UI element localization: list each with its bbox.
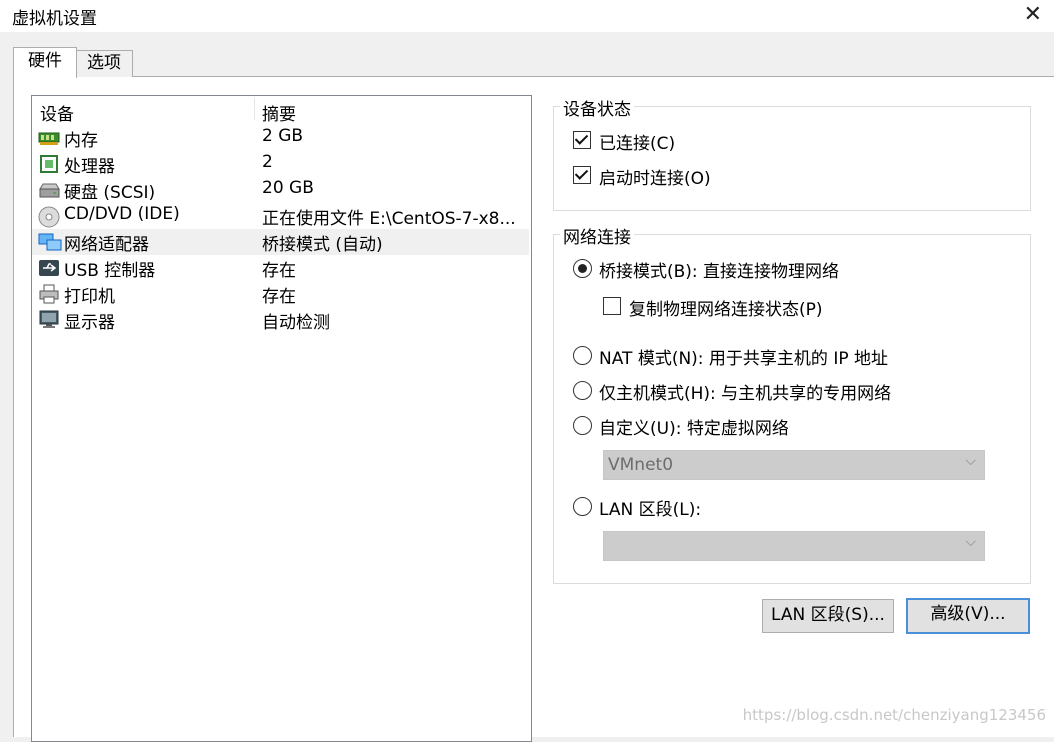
device-name: 打印机: [64, 287, 115, 307]
device-row-memory[interactable]: 内存 2 GB: [32, 125, 529, 151]
device-summary: 自动检测: [262, 313, 330, 333]
device-row-hard-disk[interactable]: 硬盘 (SCSI) 20 GB: [32, 177, 529, 203]
chevron-down-icon: ⌵: [965, 534, 976, 550]
nat-radio[interactable]: [573, 346, 592, 365]
watermark: https://blog.csdn.net/chenziyang123456: [742, 706, 1046, 724]
device-row-printer[interactable]: 打印机 存在: [32, 281, 529, 307]
connected-label[interactable]: 已连接(C): [599, 129, 675, 154]
connect-at-power-on-label[interactable]: 启动时连接(O): [599, 164, 711, 189]
device-summary: 2 GB: [262, 126, 304, 146]
connected-checkbox[interactable]: [573, 131, 591, 149]
hard-disk-icon: [38, 180, 60, 200]
processor-icon: [38, 154, 60, 174]
custom-radio[interactable]: [573, 416, 592, 435]
bridged-radio[interactable]: [573, 259, 592, 278]
bridged-label[interactable]: 桥接模式(B): 直接连接物理网络: [599, 257, 839, 282]
replicate-state-checkbox[interactable]: [603, 297, 621, 315]
tab-hardware[interactable]: 硬件: [13, 47, 77, 78]
connect-at-power-on-checkbox[interactable]: [573, 166, 591, 184]
host-only-radio[interactable]: [573, 381, 592, 400]
custom-network-value: VMnet0: [608, 455, 674, 475]
title-bar: 虚拟机设置 ✕: [0, 0, 1054, 32]
usb-icon: [38, 258, 60, 278]
lan-segment-label[interactable]: LAN 区段(L):: [599, 495, 701, 520]
lan-segment-select[interactable]: ⌵: [603, 531, 985, 561]
device-name: 网络适配器: [64, 235, 149, 255]
window-title: 虚拟机设置: [12, 9, 97, 29]
advanced-button[interactable]: 高级(V)...: [906, 598, 1030, 634]
memory-icon: [38, 128, 60, 148]
device-row-display[interactable]: 显示器 自动检测: [32, 307, 529, 333]
printer-icon: [38, 284, 60, 304]
device-name: 处理器: [64, 157, 115, 177]
device-summary: 正在使用文件 E:\CentOS-7-x8...: [262, 209, 516, 229]
tab-options[interactable]: 选项: [75, 50, 133, 77]
device-summary: 桥接模式 (自动): [262, 235, 383, 255]
device-status-legend: 设备状态: [560, 95, 634, 120]
host-only-label[interactable]: 仅主机模式(H): 与主机共享的专用网络: [599, 379, 891, 404]
device-name: CD/DVD (IDE): [64, 204, 180, 224]
device-name: 显示器: [64, 313, 115, 333]
chevron-down-icon: ⌵: [965, 453, 976, 469]
cd-dvd-icon: [38, 206, 60, 228]
lan-segment-radio[interactable]: [573, 497, 592, 516]
network-connection-legend: 网络连接: [560, 223, 634, 248]
nat-label[interactable]: NAT 模式(N): 用于共享主机的 IP 地址: [599, 344, 888, 369]
column-separator[interactable]: [254, 98, 255, 120]
device-summary: 存在: [262, 287, 296, 307]
column-header-summary[interactable]: 摘要: [262, 100, 296, 125]
replicate-state-label[interactable]: 复制物理网络连接状态(P): [629, 295, 823, 320]
device-status-group: [553, 106, 1031, 211]
custom-network-select[interactable]: VMnet0 ⌵: [603, 450, 985, 480]
device-row-usb[interactable]: USB 控制器 存在: [32, 255, 529, 281]
network-adapter-icon: [38, 232, 62, 252]
close-icon[interactable]: ✕: [1024, 2, 1042, 28]
device-name: 内存: [64, 131, 98, 151]
column-header-device[interactable]: 设备: [40, 100, 74, 125]
lan-segments-button[interactable]: LAN 区段(S)...: [762, 599, 894, 633]
device-summary: 2: [262, 152, 273, 172]
custom-label[interactable]: 自定义(U): 特定虚拟网络: [599, 414, 789, 439]
device-row-cd-dvd[interactable]: CD/DVD (IDE) 正在使用文件 E:\CentOS-7-x8...: [32, 203, 529, 229]
device-name: 硬盘 (SCSI): [64, 183, 156, 203]
device-list[interactable]: 设备 摘要 内存 2 GB 处理器 2 硬盘 (SCSI) 20 GB CD/D…: [31, 95, 532, 742]
device-name: USB 控制器: [64, 261, 156, 281]
device-summary: 存在: [262, 261, 296, 281]
device-row-processor[interactable]: 处理器 2: [32, 151, 529, 177]
display-icon: [38, 310, 60, 330]
device-row-network-adapter[interactable]: 网络适配器 桥接模式 (自动): [32, 229, 529, 255]
device-summary: 20 GB: [262, 178, 314, 198]
